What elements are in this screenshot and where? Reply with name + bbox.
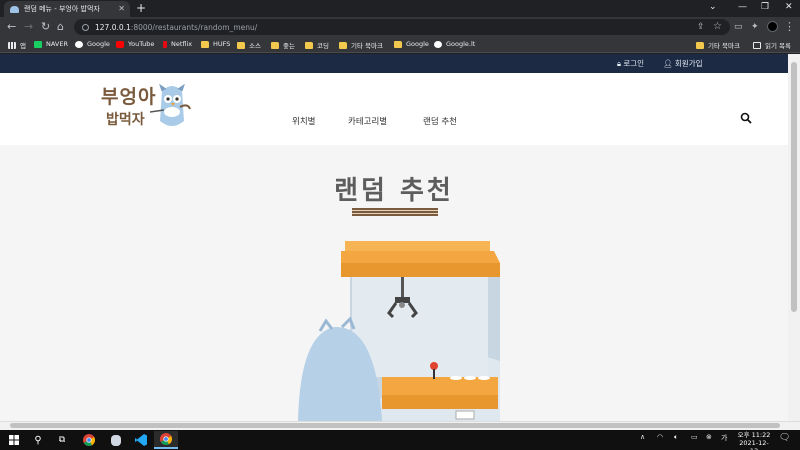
login-link[interactable]: 🔒︎ 로그인 xyxy=(617,58,644,69)
signup-link[interactable]: 👤︎ 회원가입 xyxy=(663,58,703,69)
other-bookmarks[interactable]: 기타 북마크 xyxy=(696,40,740,50)
bookmark-coding[interactable]: 코딩 xyxy=(305,40,329,50)
bookmark-good[interactable]: 좋는 xyxy=(271,40,295,50)
clock-date: 2021-12-13 xyxy=(739,439,769,450)
apps-grid-icon xyxy=(8,41,16,49)
tab-title: 랜덤 메뉴 - 부엉아 밥먹자 xyxy=(24,5,100,13)
site-header: 부엉아 밥먹자 위치별 카테고리별 랜덤 추천 xyxy=(0,73,788,145)
bookmark-youtube[interactable]: YouTube xyxy=(116,40,154,48)
battery-icon[interactable]: ▭ xyxy=(691,433,698,441)
ime-icon[interactable]: 가 xyxy=(721,433,727,443)
task-view-button[interactable]: ⧉ xyxy=(50,431,74,449)
url-path: :8000/restaurants/random_menu/ xyxy=(130,22,258,32)
folder-icon xyxy=(394,40,402,48)
reading-list[interactable]: 읽기 목록 xyxy=(753,40,791,50)
folder-icon xyxy=(271,41,279,49)
taskbar-search-button[interactable]: ⚲ xyxy=(26,431,50,449)
page-title: 랜덤 추천 xyxy=(334,176,454,206)
start-button[interactable] xyxy=(2,431,26,449)
close-window-button[interactable]: ✕ xyxy=(785,2,793,12)
vertical-scroll-thumb[interactable] xyxy=(791,62,797,312)
nav-by-location[interactable]: 위치별 xyxy=(292,115,315,127)
vscode-icon xyxy=(135,434,147,446)
chrome-icon xyxy=(160,433,172,445)
task-view-icon: ⧉ xyxy=(58,435,66,445)
folder-icon xyxy=(305,41,313,49)
site-info-icon[interactable] xyxy=(82,23,89,31)
bookmark-naver[interactable]: NAVER xyxy=(34,40,68,48)
bookmark-google[interactable]: Google xyxy=(75,40,110,48)
reload-icon[interactable]: ↻ xyxy=(41,20,50,34)
google-icon xyxy=(75,40,83,48)
search-icon: ⚲ xyxy=(34,434,42,446)
site-favicon-icon xyxy=(10,5,19,13)
google-icon xyxy=(434,40,442,48)
bookmark-hufs[interactable]: HUFS xyxy=(201,40,230,48)
random-section: 랜덤 추천 xyxy=(0,145,788,421)
browser-tab[interactable]: 랜덤 메뉴 - 부엉아 밥먹자 ✕ xyxy=(4,1,130,17)
reading-list-icon xyxy=(753,41,761,49)
new-tab-button[interactable]: + xyxy=(136,2,146,14)
owl-app[interactable] xyxy=(104,431,128,449)
windows-taskbar: ⚲ ⧉ ∧ ◠ 🔈︎ ▭ ⊗ 가 오후 11:22 2021-12-13 🗨︎ xyxy=(0,430,800,450)
url-host: 127.0.0.1 xyxy=(95,22,131,32)
tab-strip: 랜덤 메뉴 - 부엉아 밥먹자 ✕ + ⌄ — ❐ ✕ xyxy=(0,0,800,17)
clock-time: 오후 11:22 xyxy=(737,431,771,439)
tray-expand-icon[interactable]: ∧ xyxy=(640,433,645,441)
close-tab-icon[interactable]: ✕ xyxy=(118,4,125,13)
bookmarks-bar: 앱 NAVER Google YouTube Netflix HUFS 소스 좋… xyxy=(0,37,800,53)
maximize-button[interactable]: ❐ xyxy=(761,2,769,12)
minimize-button[interactable]: — xyxy=(738,2,747,12)
back-icon[interactable]: ← xyxy=(7,20,16,34)
status-icon[interactable]: ⊗ xyxy=(706,433,712,441)
youtube-icon xyxy=(116,40,124,48)
naver-icon xyxy=(34,40,42,48)
home-icon[interactable]: ⌂ xyxy=(57,20,64,34)
folder-icon xyxy=(201,40,209,48)
address-bar[interactable]: 127.0.0.1 :8000/restaurants/random_menu/ xyxy=(74,19,730,35)
site-topbar: 🔒︎ 로그인 👤︎ 회원가입 xyxy=(0,54,788,73)
owl-mascot-icon[interactable] xyxy=(150,81,194,131)
network-icon[interactable]: ◠ xyxy=(657,433,663,441)
forward-icon[interactable]: → xyxy=(24,20,33,34)
folder-icon xyxy=(339,41,347,49)
claw-machine-illustration[interactable] xyxy=(290,241,510,421)
web-page: 🔒︎ 로그인 👤︎ 회원가입 부엉아 밥먹자 위치별 카테고리별 랜덤 추천 랜… xyxy=(0,54,788,421)
chrome-app-active[interactable] xyxy=(154,431,178,449)
nav-by-category[interactable]: 카테고리별 xyxy=(348,115,387,127)
netflix-icon xyxy=(163,40,167,48)
title-underline xyxy=(352,208,438,216)
nav-random[interactable]: 랜덤 추천 xyxy=(423,115,457,127)
folder-icon xyxy=(696,41,704,49)
vscode-app[interactable] xyxy=(129,431,153,449)
tab-search-icon[interactable]: ⌄ xyxy=(709,2,717,12)
profile-avatar[interactable] xyxy=(767,21,778,32)
chrome-app[interactable] xyxy=(77,431,101,449)
bookmark-netflix[interactable]: Netflix xyxy=(163,40,192,48)
owl-app-icon xyxy=(111,434,121,446)
chrome-icon xyxy=(83,434,95,446)
share-icon[interactable]: ⇪ xyxy=(697,20,705,34)
bookmark-google-folder[interactable]: Google xyxy=(394,40,429,48)
notification-icon[interactable]: 🗨︎ xyxy=(779,433,790,443)
extension-icon[interactable]: ▭ xyxy=(734,20,743,34)
search-icon[interactable] xyxy=(740,112,752,124)
bookmark-google-lt[interactable]: Google.lt xyxy=(434,40,475,48)
bookmark-etc[interactable]: 기타 북마크 xyxy=(339,40,383,50)
horizontal-scroll-thumb[interactable] xyxy=(10,423,780,428)
logo-text-line1[interactable]: 부엉아 xyxy=(101,87,156,107)
bookmark-source[interactable]: 소스 xyxy=(237,40,261,50)
folder-icon xyxy=(237,41,245,49)
browser-toolbar: ← → ↻ ⌂ 127.0.0.1 :8000/restaurants/rand… xyxy=(0,17,800,37)
menu-icon[interactable]: ⋮ xyxy=(784,20,795,34)
windows-icon xyxy=(9,435,19,445)
volume-icon[interactable]: 🔈︎ xyxy=(674,433,678,442)
system-clock[interactable]: 오후 11:22 2021-12-13 xyxy=(736,431,772,450)
puzzle-icon[interactable]: ✦ xyxy=(751,20,759,34)
bookmark-star-icon[interactable]: ☆ xyxy=(713,20,722,34)
logo-text-line2[interactable]: 밥먹자 xyxy=(106,109,145,129)
bookmark-apps[interactable]: 앱 xyxy=(8,40,26,50)
